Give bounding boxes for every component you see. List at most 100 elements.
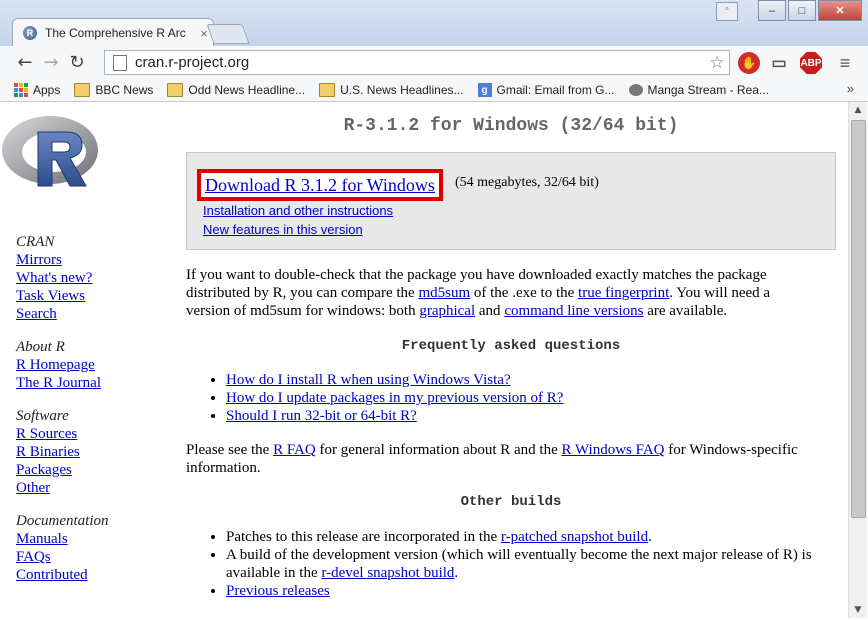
text: for general information about R and the — [315, 442, 562, 458]
r-logo-icon[interactable] — [0, 112, 104, 196]
sidebar-link-task-views[interactable]: Task Views — [16, 287, 166, 305]
sidebar-link-packages[interactable]: Packages — [16, 461, 166, 479]
browser-tab[interactable]: R The Comprehensive R Arc × — [12, 18, 214, 47]
reload-icon[interactable]: ↻ — [64, 50, 90, 76]
graphical-link[interactable]: graphical — [419, 303, 475, 319]
sidebar-link-r-homepage[interactable]: R Homepage — [16, 356, 166, 374]
sidebar-link-r-journal[interactable]: The R Journal — [16, 374, 166, 392]
scrollbar-thumb[interactable] — [851, 120, 866, 518]
other-builds-list: Patches to this release are incorporated… — [186, 528, 838, 600]
faq-link-vista[interactable]: How do I install R when using Windows Vi… — [226, 372, 511, 388]
sidebar-link-r-sources[interactable]: R Sources — [16, 425, 166, 443]
text: Please see the — [186, 442, 274, 458]
vertical-scrollbar[interactable]: ▲ ▼ — [848, 102, 867, 618]
text: A build of the development version (whic… — [226, 547, 812, 581]
r-devel-link[interactable]: r-devel snapshot build — [321, 565, 454, 581]
bookmark-manga-stream[interactable]: Manga Stream - Rea... — [628, 83, 769, 97]
r-favicon-icon: R — [23, 26, 37, 40]
text: are available. — [643, 303, 728, 319]
sidebar-heading-software: Software — [16, 408, 69, 424]
browser-toolbar: ← → ↻ cran.r-project.org ☆ ✋ ▭ ABP ≡ — [0, 46, 868, 79]
page-icon — [113, 54, 127, 71]
list-item: How do I install R when using Windows Vi… — [226, 371, 838, 389]
download-box: Download R 3.1.2 for Windows (54 megabyt… — [186, 152, 836, 250]
list-item: Previous releases — [226, 582, 838, 600]
minimize-button[interactable]: – — [758, 0, 786, 21]
sidebar-heading-documentation: Documentation — [16, 513, 109, 529]
chrome-menu-icon[interactable]: ≡ — [834, 52, 856, 74]
stop-extension-icon[interactable]: ✋ — [738, 52, 760, 74]
apps-icon — [14, 83, 28, 97]
sidebar-heading-about-r: About R — [16, 339, 65, 355]
address-bar[interactable]: cran.r-project.org ☆ — [104, 50, 730, 75]
other-builds-heading: Other builds — [460, 494, 562, 510]
forward-icon[interactable]: → — [38, 50, 64, 76]
list-item: A build of the development version (whic… — [226, 546, 838, 582]
faq-paragraph: Please see the R FAQ for general informa… — [186, 441, 808, 477]
bookmark-label: U.S. News Headlines... — [340, 83, 464, 97]
page-title: R-3.1.2 for Windows (32/64 bit) — [343, 116, 679, 136]
folder-icon — [319, 83, 336, 97]
sidebar-link-r-binaries[interactable]: R Binaries — [16, 443, 166, 461]
bookmark-bbc-news[interactable]: BBC News — [74, 83, 153, 97]
scroll-down-icon[interactable]: ▼ — [849, 602, 867, 618]
folder-icon — [167, 83, 184, 97]
url-text[interactable]: cran.r-project.org — [135, 54, 705, 71]
text: . — [454, 565, 459, 581]
new-tab-button[interactable] — [206, 24, 250, 44]
md5sum-link[interactable]: md5sum — [418, 285, 470, 301]
bookmark-gmail[interactable]: g Gmail: Email from G... — [477, 83, 615, 97]
manga-icon — [628, 84, 643, 96]
sidebar-link-other[interactable]: Other — [16, 479, 166, 497]
google-icon: g — [477, 83, 492, 97]
r-windows-faq-link[interactable]: R Windows FAQ — [561, 442, 664, 458]
list-item: Patches to this release are incorporated… — [226, 528, 838, 546]
bookmark-label: Gmail: Email from G... — [496, 83, 615, 97]
bookmark-star-icon[interactable]: ☆ — [705, 53, 729, 73]
sidebar-link-contributed[interactable]: Contributed — [16, 566, 166, 584]
faq-list: How do I install R when using Windows Vi… — [186, 371, 838, 425]
sidebar-link-faqs[interactable]: FAQs — [16, 548, 166, 566]
adblock-plus-icon[interactable]: ABP — [800, 52, 822, 74]
bookmarks-overflow-button[interactable]: » — [847, 81, 854, 96]
sidebar-nav: CRAN Mirrors What's new? Task Views Sear… — [16, 233, 166, 584]
faq-heading: Frequently asked questions — [401, 338, 621, 354]
new-features-link[interactable]: New features in this version — [203, 222, 363, 237]
download-r-link[interactable]: Download R 3.1.2 for Windows — [205, 175, 435, 196]
sidebar-link-mirrors[interactable]: Mirrors — [16, 251, 166, 269]
sidebar-link-whats-new[interactable]: What's new? — [16, 269, 166, 287]
faq-link-32-64-bit[interactable]: Should I run 32-bit or 64-bit R? — [226, 408, 417, 424]
r-faq-link[interactable]: R FAQ — [273, 442, 316, 458]
text: of the .exe to the — [470, 285, 579, 301]
md5-paragraph: If you want to double-check that the pac… — [186, 266, 808, 320]
list-item: Should I run 32-bit or 64-bit R? — [226, 407, 838, 425]
download-highlight-box: Download R 3.1.2 for Windows — [197, 169, 443, 201]
text: Patches to this release are incorporated… — [226, 529, 501, 545]
sidebar-heading-cran: CRAN — [16, 234, 55, 250]
back-icon[interactable]: ← — [12, 50, 38, 76]
scroll-up-icon[interactable]: ▲ — [849, 102, 867, 118]
web-page: CRAN Mirrors What's new? Task Views Sear… — [0, 102, 848, 620]
installation-instructions-link[interactable]: Installation and other instructions — [203, 203, 393, 218]
bookmark-label: Odd News Headline... — [188, 83, 306, 97]
user-profile-button[interactable]: ◦ — [716, 2, 738, 21]
faq-link-update-packages[interactable]: How do I update packages in my previous … — [226, 390, 563, 406]
sidebar-link-search[interactable]: Search — [16, 305, 166, 323]
bookmark-label: Manga Stream - Rea... — [647, 83, 769, 97]
bookmark-label: BBC News — [95, 83, 154, 97]
title-bar: R The Comprehensive R Arc × ◦ – □ ✕ — [0, 0, 868, 47]
maximize-button[interactable]: □ — [788, 0, 816, 21]
download-size-text: (54 megabytes, 32/64 bit) — [455, 175, 599, 190]
close-window-button[interactable]: ✕ — [818, 0, 862, 21]
bookmark-us-news[interactable]: U.S. News Headlines... — [319, 83, 464, 97]
cast-icon[interactable]: ▭ — [768, 52, 790, 74]
previous-releases-link[interactable]: Previous releases — [226, 583, 330, 599]
bookmark-apps[interactable]: Apps — [0, 83, 60, 97]
bookmark-odd-news[interactable]: Odd News Headline... — [167, 83, 305, 97]
sidebar-link-manuals[interactable]: Manuals — [16, 530, 166, 548]
list-item: How do I update packages in my previous … — [226, 389, 838, 407]
command-line-versions-link[interactable]: command line versions — [504, 303, 643, 319]
bookmarks-bar: Apps BBC News Odd News Headline... U.S. … — [0, 79, 868, 102]
r-patched-link[interactable]: r-patched snapshot build — [501, 529, 648, 545]
true-fingerprint-link[interactable]: true fingerprint — [578, 285, 669, 301]
